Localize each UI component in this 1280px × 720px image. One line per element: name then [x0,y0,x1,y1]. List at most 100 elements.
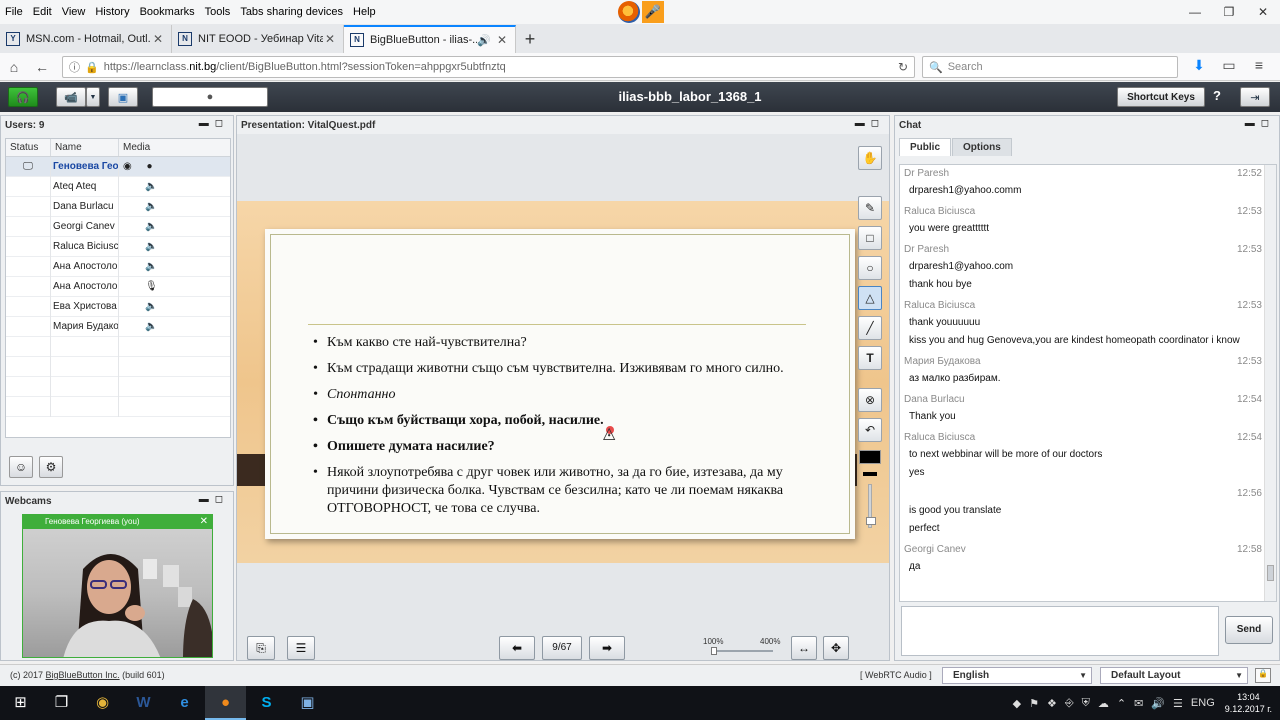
desktop-share-button[interactable]: ▣ [108,87,138,107]
tab-audio-icon[interactable]: 🔊 [477,34,491,47]
next-slide-button[interactable]: ➡ [589,636,625,660]
panel-window-controls[interactable]: ▬◻ [855,118,885,129]
table-row[interactable]: 🖵 Геновева Гео ◉ ● [6,156,230,177]
new-tab-button[interactable]: + [516,25,544,53]
microphone-sharing-icon[interactable]: 🎤 [642,1,664,23]
close-icon[interactable]: ✕ [200,515,208,529]
tray-app-icon[interactable]: ◆ [1013,697,1021,710]
url-bar[interactable]: ⓘ 🔒 https://learnclass.nit.bg/client/Big… [62,56,915,78]
table-row[interactable]: Ана Апостолов 🎙 [6,276,230,297]
panel-window-controls[interactable]: ▬◻ [1245,118,1275,129]
webcam-dropdown-button[interactable]: ▼ [86,87,100,107]
page-number-button[interactable]: 9/67 [542,636,582,660]
hamburger-menu-icon[interactable]: ≡ [1244,57,1274,74]
close-window-button[interactable]: ✕ [1246,0,1280,24]
user-settings-button[interactable]: ⚙ [39,456,63,478]
table-row[interactable]: Georgi Canev 🔈 [6,216,230,237]
sidebar-icon[interactable]: ▭ [1214,57,1244,74]
tray-flag-icon[interactable]: ⚑ [1029,697,1039,710]
chat-message-list[interactable]: Dr Paresh 12:52 drparesh1@yahoo.comm Ral… [899,164,1277,602]
tab-options[interactable]: Options [952,138,1012,156]
tab-close-icon[interactable]: ✕ [323,32,337,46]
slide-canvas[interactable]: Към какво сте най-чувствителна? Към стра… [237,201,889,563]
chevron-up-icon[interactable]: ⌃ [1117,697,1126,710]
text-tool[interactable]: T [858,346,882,370]
help-icon[interactable]: ? [1213,88,1221,103]
send-button[interactable]: Send [1225,616,1273,644]
column-status[interactable]: Status [6,139,51,156]
webcam-share-button[interactable]: 📹 [56,87,86,107]
tray-network-icon[interactable]: ✉ [1134,697,1143,710]
layout-select[interactable]: Default Layout ▼ [1100,667,1248,684]
remote-desktop-icon[interactable]: ▣ [287,686,328,720]
menu-history[interactable]: History [90,6,134,18]
chat-scrollbar[interactable] [1264,165,1276,601]
table-row[interactable]: Raluca Biciusca 🔈 [6,236,230,257]
logout-button[interactable]: ⇥ [1240,87,1270,107]
tab-close-icon[interactable]: ✕ [495,33,509,47]
clock[interactable]: 13:04 9.12.2017 г. [1225,691,1272,715]
tray-usb-icon[interactable]: ⎆ [1065,697,1074,710]
menu-help[interactable]: Help [348,6,381,18]
clear-tool[interactable]: ⊗ [858,388,882,412]
undo-tool[interactable]: ↶ [858,418,882,442]
task-view-icon[interactable]: ❐ [41,686,82,720]
shortcut-keys-button[interactable]: Shortcut Keys [1117,87,1205,107]
previous-slide-button[interactable]: ⬅ [499,636,535,660]
table-row[interactable]: Ateq Ateq 🔈 [6,176,230,197]
language-select[interactable]: English ▼ [942,667,1092,684]
input-language[interactable]: ENG [1191,697,1215,709]
thickness-slider[interactable] [866,484,876,528]
poll-button[interactable]: ☰ [287,636,315,660]
menu-tabs-sharing[interactable]: Tabs sharing devices [235,6,348,18]
ellipse-tool[interactable]: ○ [858,256,882,280]
table-row[interactable]: Dana Burlacu 🔈 [6,196,230,217]
menu-bookmarks[interactable]: Bookmarks [135,6,200,18]
triangle-tool[interactable]: △ [858,286,882,310]
bbb-inc-link[interactable]: BigBlueButton Inc. [46,670,120,680]
webcam-video[interactable]: Геновева Георгиева (you) ✕ [22,514,213,658]
color-picker[interactable] [859,450,881,464]
pan-hand-tool[interactable]: ✋ [858,146,882,170]
tab-public[interactable]: Public [899,138,952,156]
menu-tools[interactable]: Tools [200,6,236,18]
search-input[interactable]: 🔍 Search [922,56,1178,78]
table-row[interactable]: Ева Христова 🔈 [6,296,230,317]
tray-shield-icon[interactable]: ⛨ [1082,697,1090,710]
menu-view[interactable]: View [57,6,91,18]
chat-message-input[interactable] [901,606,1219,656]
tab-msn[interactable]: Y MSN.com - Hotmail, Outl... ✕ [0,25,172,53]
back-icon[interactable]: ← [28,59,56,75]
pencil-tool[interactable]: ✎ [858,196,882,220]
tab-bigbluebutton[interactable]: N BigBlueButton - ilias-... 🔊 ✕ [344,25,516,53]
lock-icon[interactable]: 🔒 [85,61,99,74]
tab-nit-webinar[interactable]: N NIT EOOD - Уебинар Vita... ✕ [172,25,344,53]
menu-file[interactable]: File [0,6,28,18]
column-name[interactable]: Name [51,139,119,156]
rectangle-tool[interactable]: □ [858,226,882,250]
tray-dropbox-icon[interactable]: ❖ [1047,697,1057,710]
headset-button[interactable]: 🎧 [8,87,38,107]
word-icon[interactable]: W [123,686,164,720]
emoji-status-button[interactable]: ☺ [9,456,33,478]
table-row[interactable]: Мария Будаков 🔈 [6,316,230,337]
tab-close-icon[interactable]: ✕ [151,32,165,46]
windows-start-icon[interactable]: ⊞ [0,686,41,720]
menu-edit[interactable]: Edit [28,6,57,18]
line-tool[interactable]: ╱ [858,316,882,340]
scrollbar-thumb[interactable] [1267,565,1274,581]
download-icon[interactable]: ⬇ [1184,57,1214,74]
fit-page-button[interactable]: ✥ [823,636,849,660]
minimize-button[interactable]: — [1178,0,1212,24]
volume-icon[interactable]: 🔊 [1151,697,1165,710]
tray-cloud-icon[interactable]: ☁ [1098,697,1109,710]
skype-icon[interactable]: S [246,686,287,720]
zoom-slider[interactable] [713,650,773,652]
panel-window-controls[interactable]: ▬◻ [199,118,229,129]
table-row[interactable]: Ана Апостолов 🔈 [6,256,230,277]
internet-explorer-icon[interactable]: e [164,686,205,720]
column-media[interactable]: Media [119,139,230,156]
upload-presentation-button[interactable]: ⎘ [247,636,275,660]
notifications-icon[interactable]: ☰ [1173,697,1183,710]
reload-icon[interactable]: ↻ [898,60,908,74]
